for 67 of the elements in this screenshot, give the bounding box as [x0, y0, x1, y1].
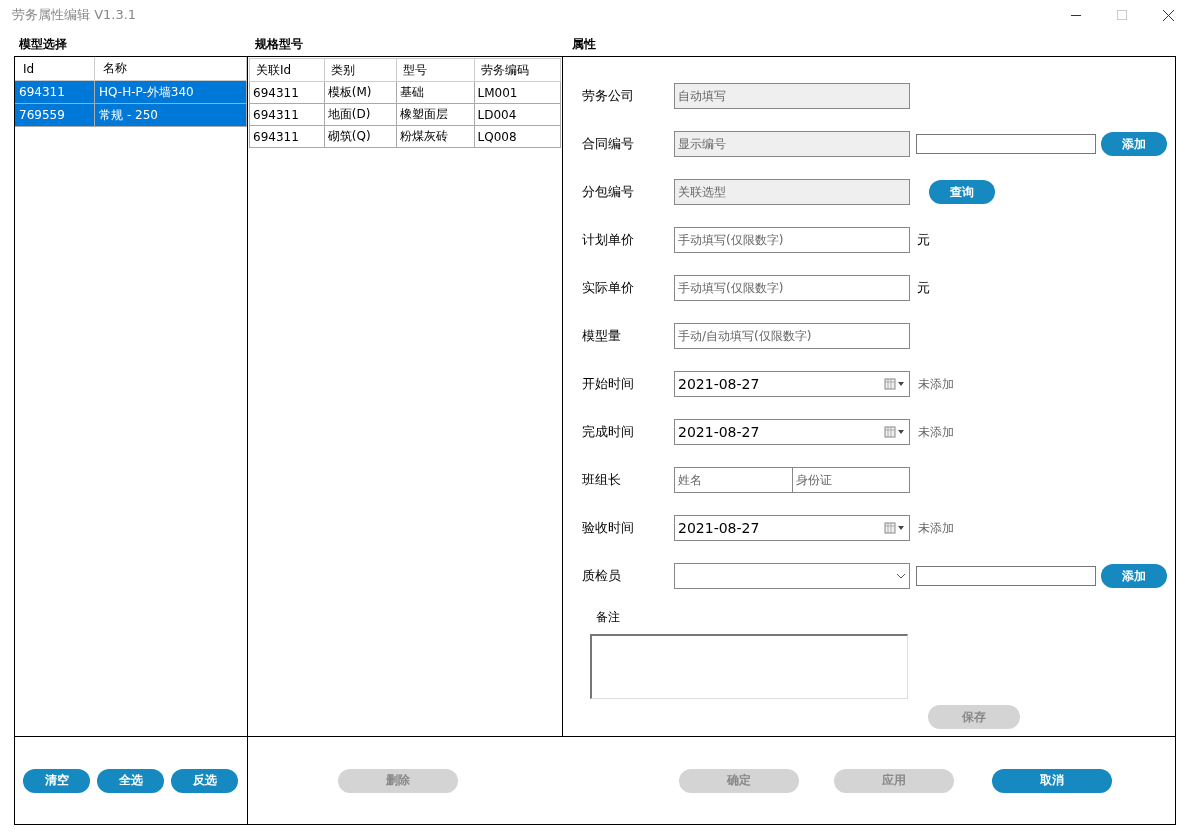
date-picker[interactable]: 2021-08-27 [674, 515, 910, 541]
input-field[interactable] [916, 134, 1096, 154]
table-cell[interactable]: 基础 [396, 81, 475, 104]
readonly-field[interactable]: 自动填写 [674, 83, 910, 109]
column-header[interactable]: 类别 [324, 58, 397, 82]
field-label: 班组长 [582, 471, 622, 489]
table-cell[interactable]: 橡塑面层 [396, 103, 475, 126]
field-label: 验收时间 [582, 519, 635, 537]
table-cell[interactable]: 粉煤灰砖 [396, 125, 475, 148]
field-label: 劳务公司 [582, 87, 635, 105]
dropdown[interactable] [674, 563, 910, 589]
column-header[interactable]: 名称 [94, 57, 247, 81]
table-cell[interactable]: 694311 [249, 81, 325, 104]
action-button[interactable]: 取消 [992, 768, 1112, 793]
table-cell[interactable]: 常规 - 250 [94, 103, 247, 127]
action-button[interactable]: 添加 [1101, 564, 1167, 588]
table-cell[interactable]: LQ008 [474, 125, 561, 148]
table-cell[interactable]: 769559 [15, 103, 95, 127]
section-heading: 模型选择 [19, 36, 68, 53]
table-cell[interactable]: 地面(D) [324, 103, 397, 126]
column-header[interactable]: 关联Id [249, 58, 325, 82]
input-field[interactable]: 手动填写(仅限数字) [674, 275, 910, 301]
table-cell[interactable]: 砌筑(Q) [324, 125, 397, 148]
field-label: 分包编号 [582, 183, 635, 201]
table-cell[interactable]: 694311 [15, 80, 95, 104]
status-label: 未添加 [918, 375, 954, 393]
column-header[interactable]: Id [15, 57, 95, 81]
window-title: 劳务属性编辑 V1.3.1 [12, 6, 137, 24]
action-button[interactable]: 添加 [1101, 132, 1167, 156]
field-label: 质检员 [582, 567, 622, 585]
action-button[interactable]: 查询 [929, 180, 995, 204]
table-cell[interactable]: HQ-H-P-外墙340 [94, 80, 247, 104]
table-cell[interactable]: LM001 [474, 81, 561, 104]
table-cell[interactable]: 模板(M) [324, 81, 397, 104]
input-field[interactable]: 手动/自动填写(仅限数字) [674, 323, 910, 349]
field-label: 实际单价 [582, 279, 635, 297]
calendar-icon [884, 522, 906, 534]
date-picker[interactable]: 2021-08-27 [674, 371, 910, 397]
status-label: 未添加 [918, 519, 954, 537]
table-cell[interactable]: 694311 [249, 103, 325, 126]
field-label: 开始时间 [582, 375, 635, 393]
table-cell[interactable]: 694311 [249, 125, 325, 148]
unit-label: 元 [917, 231, 930, 249]
field-label: 模型量 [582, 327, 622, 345]
action-button[interactable]: 清空 [23, 768, 90, 793]
chevron-down-icon [896, 573, 906, 579]
calendar-icon [884, 378, 906, 390]
section-heading: 属性 [572, 36, 597, 53]
field-label: 完成时间 [582, 423, 635, 441]
action-button[interactable]: 全选 [97, 768, 164, 793]
calendar-icon [884, 426, 906, 438]
field-label: 合同编号 [582, 135, 635, 153]
input-field[interactable]: 手动填写(仅限数字) [674, 227, 910, 253]
column-header[interactable]: 型号 [396, 58, 475, 82]
table-cell[interactable]: LD004 [474, 103, 561, 126]
notes-field[interactable] [590, 634, 908, 699]
status-label: 未添加 [918, 423, 954, 441]
action-button[interactable]: 反选 [171, 768, 238, 793]
notes-label: 备注 [596, 609, 621, 626]
readonly-field[interactable]: 显示编号 [674, 131, 910, 157]
readonly-field[interactable]: 关联选型 [674, 179, 910, 205]
section-heading: 规格型号 [255, 36, 304, 53]
date-picker[interactable]: 2021-08-27 [674, 419, 910, 445]
unit-label: 元 [917, 279, 930, 297]
column-header[interactable]: 劳务编码 [474, 58, 561, 82]
field-label: 计划单价 [582, 231, 635, 249]
input-field[interactable] [916, 566, 1096, 586]
